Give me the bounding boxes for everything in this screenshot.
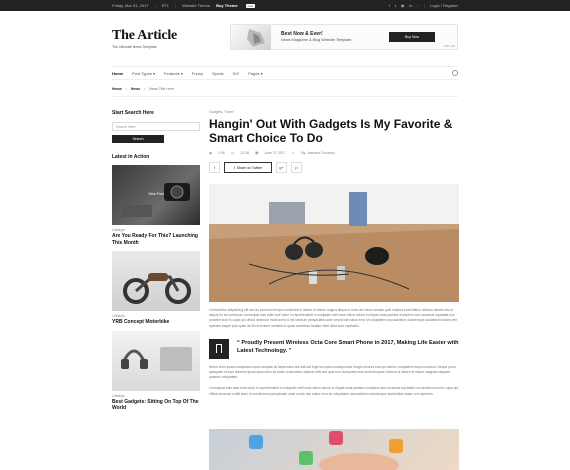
site-logo[interactable]: The Article The Ultimate News Template <box>112 28 177 49</box>
pinterest-share-icon[interactable]: p <box>291 162 302 173</box>
latest-card-title[interactable]: Best Gadgets: Sitting On Top Of The Worl… <box>112 399 200 412</box>
blockquote-text: “ Proudly Present Wireless Octa Core Sma… <box>237 339 459 354</box>
article-paragraph: Consequat duis aute irure dolor in repre… <box>209 386 459 396</box>
logo-title: The Article <box>112 28 178 43</box>
article-blockquote: “ Proudly Present Wireless Octa Core Sma… <box>209 338 459 359</box>
site-header: The Article The Ultimate News Template B… <box>112 22 458 56</box>
topbar-new-badge: new <box>245 3 256 8</box>
nav-item-funny[interactable]: Funny <box>192 71 203 76</box>
breadcrumb-current: News Title Here <box>149 87 174 91</box>
article-date: June 27 2017 <box>264 151 286 155</box>
calendar-icon: ▦ <box>255 151 259 155</box>
latest-widget-title: Latest in Action <box>112 154 150 160</box>
latest-card-title[interactable]: YRB Concept Motorbike <box>112 319 200 326</box>
breadcrumb-news[interactable]: News <box>131 87 140 91</box>
topbar-website-theme-link[interactable]: Website Theme <box>182 3 210 8</box>
article-author[interactable]: By: Jasmine Soushey <box>301 151 335 155</box>
nav-item-pages[interactable]: Pages ▾ <box>248 71 262 76</box>
sidebar: Start Search Here Search Here Search Lat… <box>112 110 200 412</box>
ad-title: Best Now & Ever! <box>281 31 323 37</box>
article-meta: ◉ 2.9K ◷ 12:36 ▦ June 27 2017 ☺ By: Jasm… <box>209 151 459 155</box>
bookmark-icon <box>209 338 229 359</box>
article-inline-image <box>209 429 459 470</box>
article-paragraph: Consectetur adipisicing elit sed do eius… <box>209 308 458 328</box>
nav-item-diy[interactable]: DIY <box>233 71 240 76</box>
latest-card-image[interactable] <box>112 330 200 391</box>
view-post-label[interactable]: View Post <box>112 192 200 196</box>
search-button[interactable]: Search <box>112 135 164 143</box>
nav-item-features[interactable]: Features ▾ <box>164 71 183 76</box>
article-category[interactable]: Gadgets, Travel <box>209 110 459 114</box>
latest-card-category[interactable]: Lifestyle <box>112 314 200 318</box>
search-widget-title: Start Search Here <box>112 110 154 116</box>
divider <box>112 96 458 97</box>
search-input[interactable]: Search Here <box>112 122 200 131</box>
facebook-share-icon[interactable]: f <box>209 162 220 173</box>
twitter-share-label: Share on Twitter <box>236 165 263 170</box>
topbar-rtl-link[interactable]: RTL <box>162 3 169 8</box>
nav-item-post-types[interactable]: Post Types ▾ <box>132 71 155 76</box>
search-placeholder: Search Here <box>116 124 136 129</box>
latest-card[interactable]: Lifestyle YRB Concept Motorbike <box>112 251 200 326</box>
facebook-icon[interactable]: f <box>389 3 390 8</box>
header-ad-banner[interactable]: Best Now & Ever! News Magazine & Blog We… <box>230 24 458 50</box>
article-views: 2.9K <box>218 151 226 155</box>
article: Gadgets, Travel Hangin' Out With Gadgets… <box>209 110 459 397</box>
user-icon: ☺ <box>291 151 296 155</box>
latest-card-category[interactable]: Lifestyle <box>112 228 200 232</box>
eye-icon: ◉ <box>209 151 213 155</box>
breadcrumb-home[interactable]: Home <box>112 87 122 91</box>
ad-size-label: 728 x 90 <box>443 44 455 48</box>
logo-tagline: The Ultimate News Template <box>112 45 157 49</box>
twitter-share-button[interactable]: t Share on Twitter <box>224 162 272 173</box>
article-time: 12:36 <box>240 151 250 155</box>
top-bar: Friday, Mar 31, 2017 | RTL | Website The… <box>0 0 570 11</box>
ad-buy-now-button[interactable]: Buy Now <box>389 32 435 42</box>
ad-graphic <box>231 25 271 50</box>
nav-item-sports[interactable]: Sports <box>212 71 224 76</box>
topbar-buy-link[interactable]: Buy Theme <box>216 3 238 8</box>
latest-card-category[interactable]: Lifestyle <box>112 394 200 398</box>
latest-card-title[interactable]: Are You Ready For This? Launching This M… <box>112 233 200 246</box>
ad-subtitle: News Magazine & Blog Website Template. <box>281 38 353 42</box>
twitter-icon[interactable]: t <box>395 3 396 8</box>
linkedin-icon[interactable]: in <box>409 3 412 8</box>
latest-card[interactable]: Lifestyle Best Gadgets: Sitting On Top O… <box>112 330 200 412</box>
twitter-icon: t <box>233 165 235 170</box>
breadcrumb: Home › News › News Title Here <box>112 87 174 91</box>
rss-icon[interactable]: ◦ <box>418 3 419 8</box>
login-link[interactable]: Login / Register <box>430 3 458 8</box>
google-plus-share-icon[interactable]: g+ <box>276 162 287 173</box>
latest-card-image[interactable]: View Post <box>112 165 200 225</box>
article-hero-image <box>209 184 459 302</box>
nav-item-home[interactable]: Home <box>112 71 123 76</box>
latest-card-image[interactable] <box>112 251 200 311</box>
latest-card[interactable]: View Post Lifestyle Are You Ready For Th… <box>112 165 200 246</box>
instagram-icon[interactable]: ◉ <box>401 3 405 8</box>
article-title: Hangin' Out With Gadgets Is My Favorite … <box>209 117 453 145</box>
topbar-date: Friday, Mar 31, 2017 <box>112 3 149 8</box>
clock-icon: ◷ <box>231 151 235 155</box>
search-icon[interactable] <box>452 70 458 76</box>
article-paragraph: Nemo enim ipsam voluptatem quia voluptas… <box>209 364 456 380</box>
main-navigation: Home Post Types ▾ Features ▾ Funny Sport… <box>112 66 458 80</box>
share-bar: f t Share on Twitter g+ p <box>209 162 459 173</box>
